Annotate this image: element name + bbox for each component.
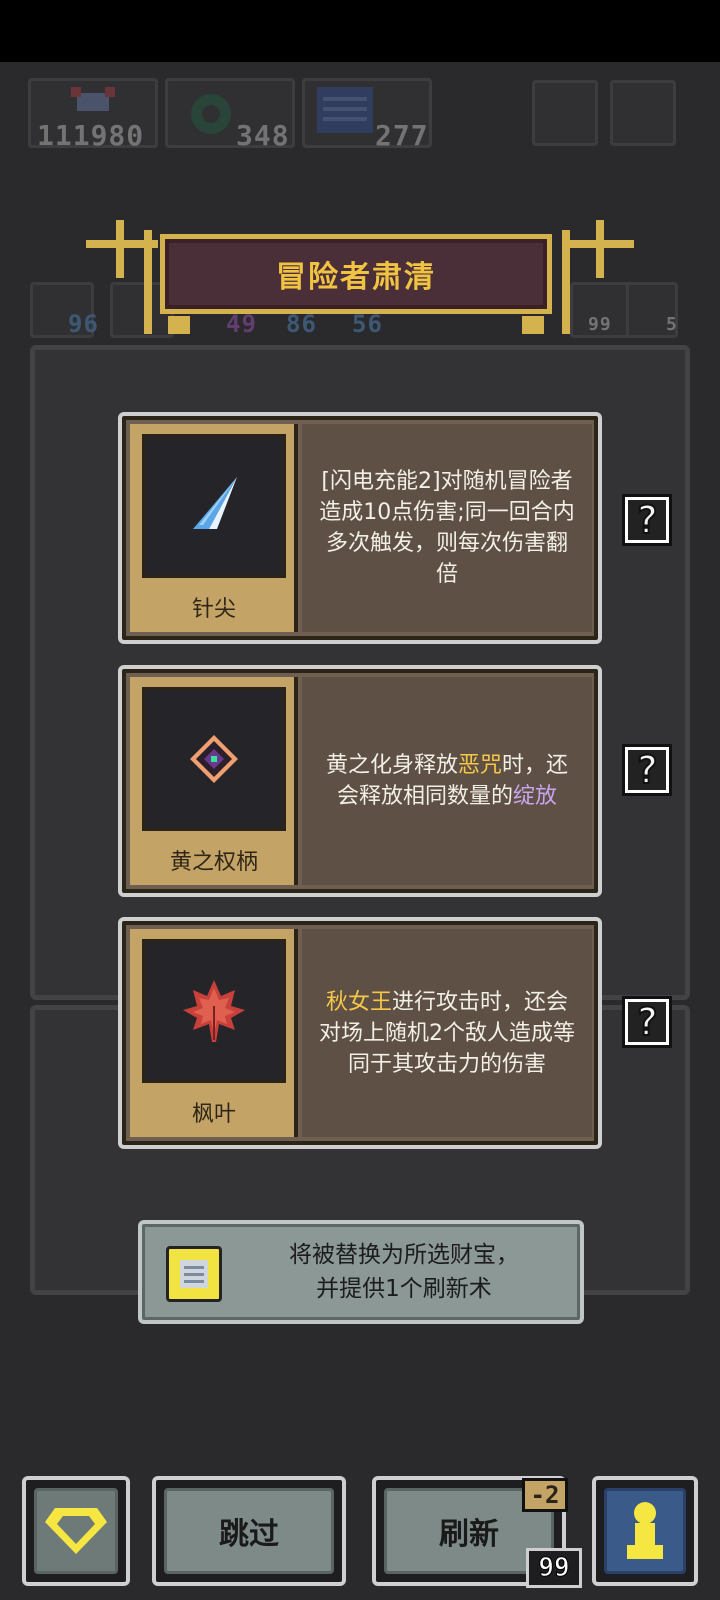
needle-icon <box>142 434 286 578</box>
yellow-scepter-icon <box>142 687 286 831</box>
treasure-card-yellow-scepter[interactable]: 黄之权柄 黄之化身释放恶咒时，还会释放相同数量的绽放 <box>118 665 602 897</box>
resource-ring: 348 <box>165 78 295 152</box>
refresh-cost-badge: -2 <box>522 1478 568 1512</box>
resource-value-grid: 277 <box>375 119 429 152</box>
banner-deco-left-post <box>116 220 124 278</box>
desc-text: [闪电充能2]对随机冒险者造成10点伤害;同一回合内多次触发，则每次伤害翻倍 <box>319 469 575 587</box>
question-icon: ? <box>628 1001 666 1043</box>
treasure-card-maple-leaf[interactable]: 枫叶 秋女王进行攻击时，还会对场上随机2个敌人造成等同于其攻击力的伤害 <box>118 917 602 1149</box>
question-icon: ? <box>628 499 666 541</box>
stat-value: 5 <box>666 314 678 335</box>
resource-grid: 277 <box>302 78 432 152</box>
card-left-panel: 针尖 <box>130 424 298 632</box>
status-bar <box>0 0 720 62</box>
refresh-cost: -2 <box>530 1481 560 1509</box>
stat-value: 56 <box>352 310 383 338</box>
help-icon <box>532 80 598 146</box>
keyword-bloom: 绽放 <box>513 784 558 809</box>
gem-icon <box>34 1488 118 1574</box>
refresh-count-badge: 99 <box>526 1548 582 1588</box>
question-icon: ? <box>628 749 666 791</box>
stat-value: 96 <box>68 310 99 338</box>
blue-grid-icon <box>317 87 373 133</box>
help-button-2[interactable]: ? <box>622 744 672 796</box>
refresh-count: 99 <box>538 1553 570 1584</box>
keyword-curse: 恶咒 <box>457 753 502 778</box>
help-button-1[interactable]: ? <box>622 494 672 546</box>
tooltip-text: 将被替换为所选财宝， 并提供1个刷新术 <box>234 1238 574 1306</box>
banner-foot-left <box>168 316 190 334</box>
banner-deco-right-post <box>596 220 604 278</box>
page-title: 冒险者肃清 <box>276 260 436 295</box>
card-name: 枫叶 <box>191 1102 236 1127</box>
banner-foot-right <box>522 316 544 334</box>
keyword-autumn-queen: 秋女王 <box>325 989 392 1015</box>
resource-value-crab: 111980 <box>37 119 145 152</box>
desc-text: 黄之化身释放 <box>325 753 458 778</box>
tooltip-line-1: 将被替换为所选财宝， <box>289 1242 519 1268</box>
resource-crab: 111980 <box>28 78 158 152</box>
pawn-icon <box>604 1488 686 1574</box>
card-left-panel: 黄之权柄 <box>130 677 298 885</box>
settings-icon <box>610 80 676 146</box>
card-description: 秋女王进行攻击时，还会对场上随机2个敌人造成等同于其攻击力的伤害 <box>302 929 592 1137</box>
gem-button[interactable] <box>22 1476 130 1586</box>
green-ring-icon <box>186 89 236 139</box>
card-name: 黄之权柄 <box>169 850 258 875</box>
card-left-panel: 枫叶 <box>130 929 298 1137</box>
tooltip-line-2: 并提供1个刷新术 <box>316 1276 492 1302</box>
replace-tooltip: 将被替换为所选财宝， 并提供1个刷新术 <box>138 1220 584 1324</box>
stat-value: 86 <box>286 310 317 338</box>
character-button[interactable] <box>592 1476 698 1586</box>
skip-label: 跳过 <box>164 1488 334 1574</box>
skip-button[interactable]: 跳过 <box>152 1476 346 1586</box>
crab-icon <box>71 87 115 117</box>
banner-deco-right-rail <box>562 230 570 334</box>
maple-leaf-icon <box>142 939 286 1083</box>
title-banner: 冒险者肃清 <box>160 234 552 314</box>
stat-value: 49 <box>226 310 257 338</box>
help-button-3[interactable]: ? <box>622 996 672 1048</box>
refresh-scroll-icon <box>166 1246 222 1302</box>
card-name: 针尖 <box>191 597 236 622</box>
banner-deco-left-rail <box>144 230 152 334</box>
card-description: [闪电充能2]对随机冒险者造成10点伤害;同一回合内多次触发，则每次伤害翻倍 <box>302 424 592 632</box>
treasure-card-needle[interactable]: 针尖 [闪电充能2]对随机冒险者造成10点伤害;同一回合内多次触发，则每次伤害翻… <box>118 412 602 644</box>
stat-value: 99 <box>588 314 612 335</box>
card-description: 黄之化身释放恶咒时，还会释放相同数量的绽放 <box>302 677 592 885</box>
resource-value-ring: 348 <box>236 119 290 152</box>
